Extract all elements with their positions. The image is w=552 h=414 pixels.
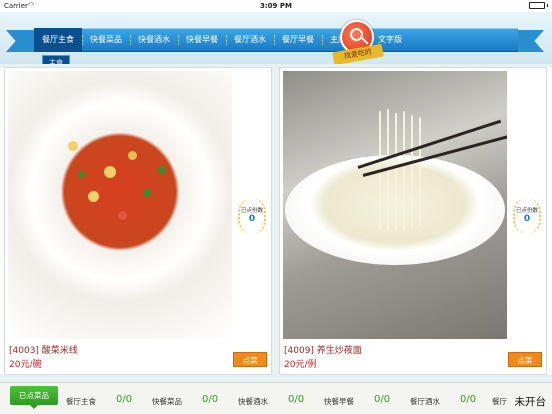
search-badge-label: 找爱吃的 (332, 43, 384, 66)
ordered-count-label: 已点份数 (515, 208, 538, 214)
ordered-dishes-button[interactable]: 已点菜品 (10, 386, 58, 409)
next-card-edge (547, 67, 552, 375)
dish-price: 20元/碗 (9, 360, 42, 370)
ordered-count-value: 0 (248, 214, 256, 224)
search-badge-button[interactable]: 找爱吃的 (332, 20, 384, 70)
dish-card: 已点份数 0 [4009] 养生炒莜面 20元/例 点菜 (279, 67, 547, 375)
dish-name: [4003] 酸菜米线 (9, 346, 78, 356)
status-bar: Carrier ◠ 3:09 PM (0, 0, 552, 12)
nav-tab-restaurant-drinks[interactable]: 餐厅酒水 (226, 28, 274, 52)
table-status: 未开台 (514, 396, 547, 408)
order-button[interactable]: 点菜 (508, 352, 542, 367)
nav-tab-fast-food-dishes[interactable]: 快餐菜品 (82, 28, 130, 52)
nav-tab-restaurant-staples[interactable]: 餐厅主食 (34, 28, 82, 52)
summary-category-count: 0/0 (116, 394, 133, 405)
ordered-count-value: 0 (523, 214, 531, 224)
summary-category-name: 快餐早餐 (324, 397, 354, 406)
status-time: 3:09 PM (260, 2, 292, 10)
category-nav: 餐厅主食 快餐菜品 快餐酒水 快餐早餐 餐厅酒水 餐厅早餐 主厨推荐 文字版 (34, 28, 518, 52)
order-button[interactable]: 点菜 (233, 352, 267, 367)
ordered-count-label: 已点份数 (240, 208, 263, 214)
dish-card: 已点份数 0 [4003] 酸菜米线 20元/碗 点菜 (4, 67, 272, 375)
summary-category-name: 餐厅酒水 (410, 397, 440, 406)
summary-category-count: 0/0 (460, 394, 477, 405)
dish-name: [4009] 养生炒莜面 (284, 346, 362, 356)
summary-category-count: 0/0 (202, 394, 219, 405)
order-summary-bar: 已点菜品 餐厅主食 0/0 快餐菜品 0/0 快餐酒水 0/0 快餐早餐 0/0… (0, 382, 552, 414)
summary-category-count: 0/0 (374, 394, 391, 405)
dish-photo-sour-cabbage-noodles[interactable] (8, 71, 232, 339)
dish-gallery: 已点份数 0 [4003] 酸菜米线 20元/碗 点菜 已点份数 0 [4009… (0, 64, 552, 382)
nav-tab-fast-food-breakfast[interactable]: 快餐早餐 (178, 28, 226, 52)
battery-icon (529, 2, 548, 9)
dish-photo-oat-noodles[interactable] (283, 71, 507, 339)
summary-category-name: 快餐酒水 (238, 397, 268, 406)
summary-category-name: 餐厅主食 (66, 397, 96, 406)
ordered-count-widget: 已点份数 0 (512, 198, 542, 234)
nav-tab-restaurant-breakfast[interactable]: 餐厅早餐 (274, 28, 322, 52)
summary-category-name: 快餐菜品 (152, 397, 182, 406)
summary-category-count: 0/0 (288, 394, 305, 405)
category-header: 餐厅主食 快餐菜品 快餐酒水 快餐早餐 餐厅酒水 餐厅早餐 主厨推荐 文字版 主… (0, 12, 552, 70)
ordered-count-widget: 已点份数 0 (237, 198, 267, 234)
dish-price: 20元/例 (284, 360, 317, 370)
nav-tab-fast-food-drinks[interactable]: 快餐酒水 (130, 28, 178, 52)
summary-category-name: 餐厅 (492, 397, 507, 406)
